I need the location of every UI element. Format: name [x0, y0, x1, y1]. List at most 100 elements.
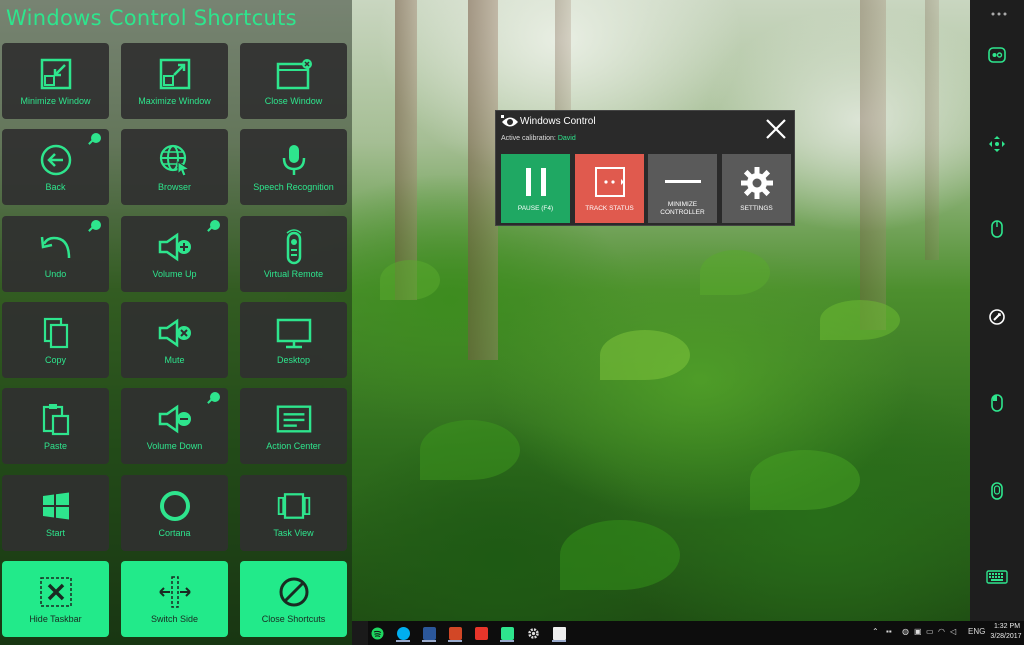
volume-down-icon	[157, 402, 193, 436]
close-icon[interactable]	[764, 117, 788, 141]
volume-down-button[interactable]: Volume Down	[121, 388, 228, 464]
taskbar: ⌃ ▪▪ ◍ ▣ ▭ ◠ ◁ ENG 1:32 PM 3/28/2017	[352, 621, 1024, 645]
clock-time[interactable]: 1:32 PM	[992, 623, 1022, 630]
hide-taskbar-button[interactable]: Hide Taskbar	[2, 561, 109, 637]
switch-side-button[interactable]: Switch Side	[121, 561, 228, 637]
maximize-window-icon	[157, 57, 193, 91]
volume-icon[interactable]: ◁	[950, 627, 956, 636]
pin-icon	[210, 220, 220, 230]
tray-icon[interactable]: ▪▪	[886, 627, 892, 636]
tile-label: Volume Down	[146, 441, 203, 451]
acrobat-icon[interactable]	[472, 624, 490, 642]
settings-label: SETTINGS	[740, 205, 773, 212]
skype-icon[interactable]	[394, 624, 412, 642]
mute-button[interactable]: Mute	[121, 302, 228, 378]
chevron-up-icon[interactable]: ⌃	[872, 627, 879, 636]
virtual-remote-button[interactable]: Virtual Remote	[240, 216, 347, 292]
close-window-button[interactable]: Close Window	[240, 43, 347, 119]
tile-label: Browser	[157, 182, 191, 192]
track-status-icon	[594, 166, 626, 203]
tile-label: Desktop	[276, 355, 311, 365]
app-icon[interactable]	[498, 624, 516, 642]
shortcuts-panel: Windows Control Shortcuts Minimize Windo…	[0, 0, 352, 645]
task-view-button[interactable]: Task View	[240, 475, 347, 551]
remote-icon	[276, 229, 312, 265]
settings-icon[interactable]	[524, 624, 542, 642]
paste-button[interactable]: Paste	[2, 388, 109, 464]
action-center-button[interactable]: Action Center	[240, 388, 347, 464]
pause-label: PAUSE (F4)	[517, 205, 554, 212]
start-button[interactable]: Start	[2, 475, 109, 551]
tile-label: Virtual Remote	[263, 269, 324, 279]
back-button[interactable]: Back	[2, 129, 109, 205]
pin-icon	[210, 392, 220, 402]
window-icon[interactable]	[550, 624, 568, 642]
language-indicator[interactable]: ENG	[968, 627, 985, 636]
pause-icon	[523, 166, 549, 203]
eraser-icon[interactable]	[970, 302, 1024, 332]
tile-label: Maximize Window	[138, 96, 211, 106]
powerpoint-icon[interactable]	[446, 624, 464, 642]
windows-control-popup: Windows Control Active calibration: Davi…	[495, 110, 795, 226]
calibration-label: Active calibration:	[501, 135, 556, 142]
cortana-icon	[157, 489, 193, 523]
drag-handle-icon[interactable]	[990, 4, 1008, 16]
move-arrows-icon[interactable]	[970, 129, 1024, 159]
tile-label: Volume Up	[152, 269, 197, 279]
mouse-icon[interactable]	[970, 214, 1024, 244]
tile-label: Copy	[44, 355, 66, 365]
eye-tracker-icon[interactable]	[970, 40, 1024, 70]
tile-label: Mute	[164, 355, 185, 365]
settings-button[interactable]: SETTINGS	[722, 154, 791, 223]
tile-label: Close Window	[264, 96, 323, 106]
desktop-button[interactable]: Desktop	[240, 302, 347, 378]
tray-app-icon[interactable]: ▣	[914, 627, 922, 636]
minimize-window-icon	[38, 57, 74, 91]
browser-button[interactable]: Browser	[121, 129, 228, 205]
tile-label: Undo	[44, 269, 67, 279]
minimize-controller-button[interactable]: MINIMIZE CONTROLLER	[648, 154, 717, 223]
track-status-button[interactable]: TRACK STATUS	[575, 154, 644, 223]
mouse-left-click-icon[interactable]	[970, 388, 1024, 418]
volume-up-button[interactable]: Volume Up	[121, 216, 228, 292]
undo-icon	[38, 230, 74, 264]
task-view-icon	[276, 489, 312, 523]
pause-button[interactable]: PAUSE (F4)	[501, 154, 570, 223]
calibration-name: David	[557, 135, 576, 142]
tile-label: Cortana	[158, 528, 191, 538]
keyboard-icon[interactable]	[970, 562, 1024, 592]
windows-logo-icon	[38, 489, 74, 523]
pin-icon	[91, 133, 101, 143]
tray-app-icon[interactable]: ◍	[902, 627, 909, 636]
tile-label: Start	[45, 528, 65, 538]
wifi-icon[interactable]: ◠	[938, 627, 945, 636]
word-icon[interactable]	[420, 624, 438, 642]
track-status-label: TRACK STATUS	[585, 205, 634, 212]
tile-label: Back	[45, 182, 66, 192]
tile-label: Switch Side	[150, 614, 199, 624]
maximize-window-button[interactable]: Maximize Window	[121, 43, 228, 119]
clock-date[interactable]: 3/28/2017	[988, 633, 1024, 640]
minimize-window-button[interactable]: Minimize Window	[2, 43, 109, 119]
globe-icon	[157, 143, 193, 177]
tile-label: Minimize Window	[20, 96, 91, 106]
minimize-controller-label: MINIMIZE CONTROLLER	[660, 201, 705, 216]
close-window-icon	[276, 57, 312, 91]
switch-side-icon	[157, 575, 193, 609]
tile-label: Task View	[273, 528, 314, 538]
battery-icon[interactable]: ▭	[926, 627, 934, 636]
copy-button[interactable]: Copy	[2, 302, 109, 378]
cortana-button[interactable]: Cortana	[121, 475, 228, 551]
undo-button[interactable]: Undo	[2, 216, 109, 292]
mouse-right-click-icon[interactable]	[970, 476, 1024, 506]
close-shortcuts-button[interactable]: Close Shortcuts	[240, 561, 347, 637]
eye-tracker-logo-icon	[501, 115, 519, 134]
tile-label: Speech Recognition	[253, 182, 334, 192]
speech-recognition-button[interactable]: Speech Recognition	[240, 129, 347, 205]
right-control-strip	[970, 0, 1024, 621]
monitor-icon	[276, 316, 312, 350]
volume-up-icon	[157, 230, 193, 264]
tile-label: Paste	[43, 441, 67, 451]
microphone-icon	[276, 143, 312, 177]
spotify-icon[interactable]	[368, 624, 386, 642]
